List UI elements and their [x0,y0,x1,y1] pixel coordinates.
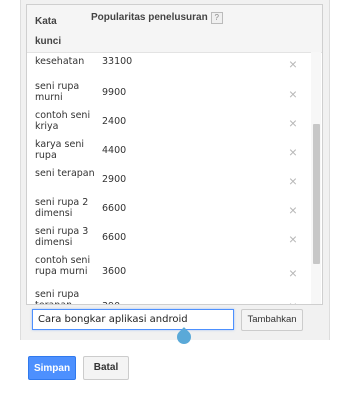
add-keyword-button[interactable]: Tambahkan [241,309,303,331]
row-popularity: 2900 [102,174,127,185]
delete-icon[interactable]: × [287,57,299,71]
table-row: seni rupa murni 9900 × [27,81,311,107]
row-popularity: 6600 [102,203,127,214]
keyword-table: Kata kunci Popularitas penelusuran? kese… [26,4,323,305]
row-popularity: 9900 [102,87,127,98]
row-keyword: seni rupa murni [35,81,80,103]
table-body: kesehatan 33100 × seni rupa murni 9900 ×… [27,52,322,304]
row-keyword: contoh seni rupa murni [35,255,91,277]
cancel-button[interactable]: Batal [83,356,129,380]
save-button[interactable]: Simpan [28,356,76,380]
delete-icon[interactable]: × [287,266,299,280]
delete-icon[interactable]: × [287,87,299,101]
header-popularity-label: Popularitas penelusuran [91,12,208,23]
header-keyword: Kata kunci [35,16,62,47]
row-popularity: 6600 [102,232,127,243]
table-header: Kata kunci Popularitas penelusuran? [27,5,322,53]
row-keyword: seni rupa 3 dimensi [35,226,89,248]
row-keyword: seni terapan [35,168,95,179]
row-keyword: seni rupa 2 dimensi [35,197,89,219]
row-keyword: kesehatan [35,56,85,67]
row-keyword: seni rupa terapan [35,289,80,304]
table-row: contoh seni rupa murni 3600 × [27,255,311,291]
row-popularity: 390 [102,301,120,304]
row-popularity: 2400 [102,116,127,127]
scrollbar-thumb[interactable] [313,124,320,264]
table-row: seni rupa 3 dimensi 6600 × [27,226,311,252]
table-row: seni rupa 2 dimensi 6600 × [27,197,311,223]
table-row: seni terapan 2900 × [27,168,311,194]
delete-icon[interactable]: × [287,145,299,159]
table-row: seni rupa terapan 390 × [27,289,311,304]
row-popularity: 4400 [102,145,127,156]
delete-icon[interactable]: × [287,116,299,130]
table-row: kesehatan 33100 × [27,56,311,76]
row-keyword: karya seni rupa [35,139,84,161]
delete-icon[interactable]: × [287,299,299,304]
header-popularity: Popularitas penelusuran? [91,12,223,24]
table-row: karya seni rupa 4400 × [27,139,311,165]
delete-icon[interactable]: × [287,174,299,188]
row-popularity: 3600 [102,266,127,277]
keyword-input[interactable] [32,309,234,330]
delete-icon[interactable]: × [287,203,299,217]
delete-icon[interactable]: × [287,232,299,246]
row-popularity: 33100 [102,56,133,67]
table-row: contoh seni kriya 2400 × [27,110,311,136]
help-icon[interactable]: ? [210,12,223,24]
row-keyword: contoh seni kriya [35,110,91,132]
table-scrollbar[interactable] [311,52,321,304]
